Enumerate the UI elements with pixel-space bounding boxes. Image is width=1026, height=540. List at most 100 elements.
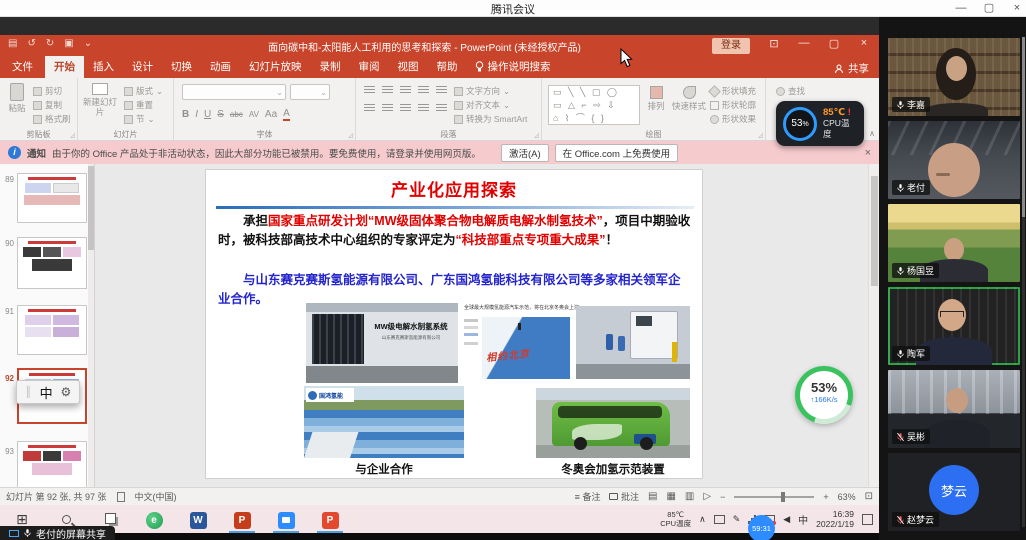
sidebar-scrollbar[interactable] <box>1022 37 1025 527</box>
align-left-icon[interactable] <box>364 104 375 113</box>
font-color-button[interactable]: A <box>283 108 290 121</box>
underline-button[interactable]: U <box>204 109 211 120</box>
tray-expand-icon[interactable]: ∧ <box>699 514 706 525</box>
tab-animations[interactable]: 动画 <box>201 56 240 78</box>
bullets-icon[interactable] <box>364 86 375 95</box>
copy-button[interactable]: 复制 <box>33 99 71 111</box>
line-spacing-icon[interactable] <box>436 86 447 95</box>
taskbar-clock[interactable]: 16:392022/1/19 <box>816 509 854 529</box>
tab-slideshow[interactable]: 幻灯片放映 <box>240 56 311 78</box>
qat-dropdown-icon[interactable]: ⌄ <box>84 38 92 49</box>
net-speed-widget[interactable]: 53% ↑166K/s <box>795 366 853 424</box>
indent-decrease-icon[interactable] <box>400 86 411 95</box>
participant-video-tile[interactable]: 陶军 <box>888 287 1020 365</box>
slide-thumbnail-93[interactable] <box>17 441 87 487</box>
quick-styles-button[interactable]: 快速样式 <box>672 86 706 111</box>
tab-transitions[interactable]: 切换 <box>162 56 201 78</box>
participant-video-tile[interactable]: 老付 <box>888 121 1020 199</box>
slide-scrollbar[interactable] <box>868 164 879 487</box>
font-name-combobox[interactable]: ⌄ <box>182 84 286 100</box>
language-status[interactable]: 中文(中国) <box>135 490 177 503</box>
drag-handle-icon[interactable]: ║ <box>25 387 32 398</box>
ppt-restore-button[interactable]: ▢ <box>822 37 846 50</box>
cut-button[interactable]: ◿剪切 <box>33 85 71 97</box>
redo-icon[interactable]: ↻ <box>46 38 54 49</box>
tab-home[interactable]: 开始 <box>45 56 84 78</box>
convert-smartart-button[interactable]: 转换为 SmartArt <box>454 113 527 125</box>
browser-taskbar-icon[interactable]: e <box>132 505 176 533</box>
zoom-out-button[interactable]: − <box>720 492 725 502</box>
align-text-button[interactable]: 对齐文本⌄ <box>454 99 527 111</box>
zoom-in-button[interactable]: + <box>823 492 828 502</box>
participant-video-tile[interactable]: 李嘉 <box>888 38 1020 116</box>
tab-review[interactable]: 审阅 <box>350 56 389 78</box>
fit-slide-button[interactable]: ⊡ <box>865 491 873 502</box>
numbering-icon[interactable] <box>382 86 393 95</box>
indent-increase-icon[interactable] <box>418 86 429 95</box>
tray-ime-indicator[interactable]: 中 <box>798 512 808 527</box>
comments-button[interactable]: 批注 <box>609 490 639 503</box>
dialog-launcher-icon[interactable]: ◿ <box>348 132 353 139</box>
participant-video-tile[interactable]: 杨国昱 <box>888 204 1020 282</box>
powerpoint-taskbar-icon[interactable]: P <box>220 505 264 533</box>
view-slideshow-button[interactable]: ▷ <box>703 491 711 502</box>
meeting-minimize-button[interactable]: — <box>948 0 974 17</box>
view-sorter-button[interactable]: ▦ <box>666 491 675 502</box>
text-direction-button[interactable]: 文字方向⌄ <box>454 85 527 97</box>
paste-button[interactable]: 粘贴 <box>4 83 30 113</box>
arrange-button[interactable]: 排列 <box>644 86 668 111</box>
screen-share-banner[interactable]: 老付的屏幕共享 <box>0 526 115 540</box>
tell-me-search[interactable]: 操作说明搜索 <box>467 56 559 78</box>
meeting-close-button[interactable]: × <box>1004 0 1026 17</box>
shape-fill-button[interactable]: 形状填充 <box>710 85 756 97</box>
dialog-launcher-icon[interactable]: ◿ <box>534 132 539 139</box>
participant-video-tile[interactable]: 吴彬 <box>888 370 1020 448</box>
ppt-minimize-button[interactable]: — <box>792 37 816 49</box>
tab-help[interactable]: 帮助 <box>428 56 467 78</box>
italic-button[interactable]: I <box>195 109 198 120</box>
office-com-button[interactable]: 在 Office.com 上免费使用 <box>555 144 679 162</box>
meeting-timer-ball[interactable]: 59:31 <box>748 515 775 540</box>
zoom-level[interactable]: 63% <box>838 492 856 502</box>
gear-icon[interactable]: ⚙ <box>60 385 71 399</box>
char-spacing-button[interactable]: AV <box>249 110 259 119</box>
font-size-combobox[interactable]: ⌄ <box>290 84 330 100</box>
device-icon[interactable] <box>714 515 725 524</box>
change-case-button[interactable]: Aa <box>265 109 277 120</box>
align-right-icon[interactable] <box>400 104 411 113</box>
new-slide-button[interactable]: 新建幻灯片 <box>82 83 118 117</box>
shape-outline-button[interactable]: 形状轮廓 <box>710 99 756 111</box>
shape-effects-button[interactable]: 形状效果 <box>710 113 756 125</box>
shapes-gallery[interactable]: ▭ ╲ ╲ ▢ ◯ ▭ △ ⌐ ⇨ ⇩ ⌂ ⌇ ⌒ { } <box>548 85 640 125</box>
find-button[interactable]: 查找 <box>776 85 805 97</box>
dialog-launcher-icon[interactable]: ◿ <box>758 132 763 139</box>
align-center-icon[interactable] <box>382 104 393 113</box>
view-reading-button[interactable]: ▥ <box>685 491 694 502</box>
undo-icon[interactable]: ↺ <box>27 38 35 49</box>
layout-button[interactable]: 版式⌄ <box>124 85 163 97</box>
word-taskbar-icon[interactable]: W <box>176 505 220 533</box>
save-icon[interactable]: ▤ <box>8 38 17 49</box>
notes-button[interactable]: ≡ 备注 <box>575 490 601 503</box>
current-slide[interactable]: 产业化应用探索 承担国家重点研发计划“MW级固体聚合物电解质电解水制氢技术”，项… <box>205 169 703 479</box>
columns-icon[interactable] <box>436 104 447 113</box>
notification-close-icon[interactable]: × <box>865 147 871 159</box>
participant-avatar-tile[interactable]: 梦云 赵梦云 <box>888 453 1020 531</box>
tab-view[interactable]: 视图 <box>389 56 428 78</box>
volume-icon[interactable]: ◀ <box>783 514 790 525</box>
ribbon-options-icon[interactable]: ⊡ <box>762 37 786 50</box>
section-button[interactable]: 节⌄ <box>124 113 163 125</box>
slide-thumbnail-89[interactable] <box>17 173 87 223</box>
reset-button[interactable]: 重置 <box>124 99 163 111</box>
zoom-slider[interactable] <box>734 496 814 498</box>
strikethrough-button[interactable]: S <box>217 109 224 120</box>
thumbnail-scrollbar[interactable] <box>88 164 94 487</box>
tab-insert[interactable]: 插入 <box>84 56 123 78</box>
dialog-launcher-icon[interactable]: ◿ <box>70 132 75 139</box>
collapse-ribbon-icon[interactable]: ∧ <box>869 129 875 138</box>
action-center-icon[interactable] <box>862 514 873 525</box>
share-button[interactable]: 共享 <box>834 61 869 76</box>
pen-icon[interactable]: ✎ <box>733 514 741 525</box>
ppt-close-button[interactable]: × <box>852 37 876 49</box>
activate-button[interactable]: 激活(A) <box>501 144 549 162</box>
